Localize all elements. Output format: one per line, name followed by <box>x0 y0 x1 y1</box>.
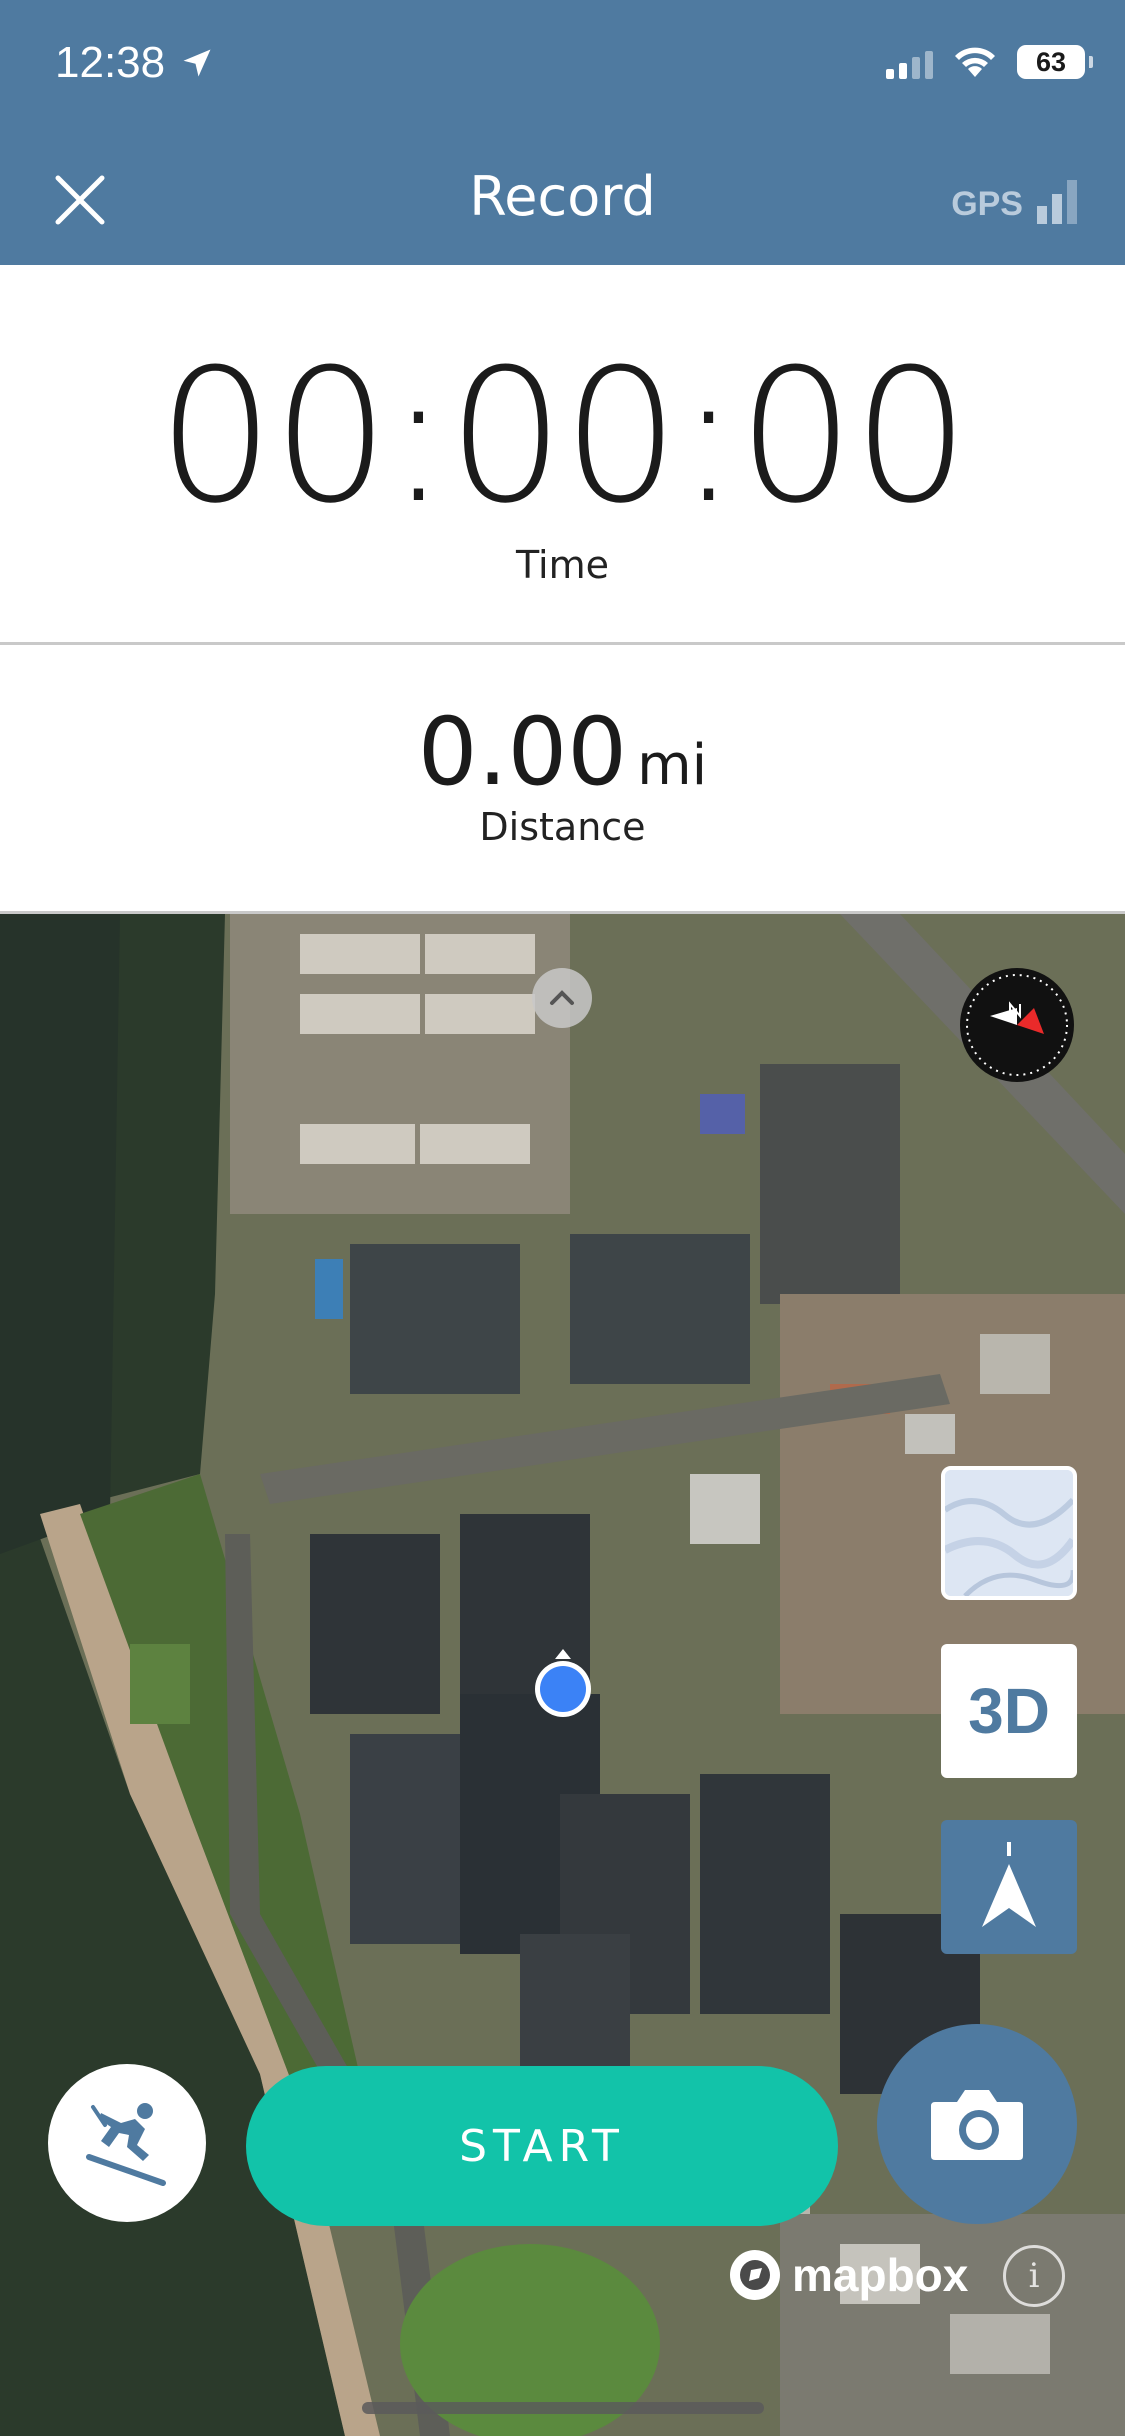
time-value: 00:00:00 <box>157 330 969 544</box>
battery-indicator: 63 <box>1017 45 1093 79</box>
navigation-mode-button[interactable] <box>941 1820 1077 1954</box>
wifi-icon <box>955 47 995 77</box>
camera-button[interactable] <box>877 2024 1077 2224</box>
top-bar: 12:38 63 Record GPS <box>0 0 1125 265</box>
camera-icon <box>931 2090 1023 2160</box>
distance-unit: mi <box>637 733 708 798</box>
gps-label: GPS <box>951 185 1023 223</box>
time-panel: 00:00:00 Time <box>0 265 1125 645</box>
distance-value: 0.00 <box>417 698 628 807</box>
status-bar-time: 12:38 <box>55 38 215 88</box>
cellular-signal-icon <box>886 45 933 79</box>
start-button[interactable]: START <box>246 2066 838 2226</box>
gps-status[interactable]: GPS <box>951 180 1077 224</box>
collapse-stats-button[interactable] <box>532 968 592 1028</box>
navigation-arrow-icon <box>982 1842 1036 1927</box>
map-style-button[interactable] <box>941 1466 1077 1600</box>
3d-toggle-button[interactable]: 3D <box>941 1644 1077 1778</box>
mapbox-logo[interactable]: mapbox <box>728 2248 968 2302</box>
terrain-map-icon <box>945 1470 1073 1596</box>
mapbox-text: mapbox <box>792 2249 969 2301</box>
status-indicators: 63 <box>886 45 1093 79</box>
chevron-up-icon <box>550 990 574 1005</box>
skiing-icon <box>86 2103 166 2186</box>
gps-signal-icon <box>1037 180 1077 224</box>
distance-value-row: 0.00 mi <box>0 698 1125 807</box>
activity-type-button[interactable] <box>48 2064 206 2222</box>
compass-icon <box>966 974 1068 1076</box>
satellite-map[interactable]: 3D START mapbox i <box>0 914 1125 2436</box>
time-label: Time <box>516 543 609 587</box>
distance-panel: 0.00 mi Distance <box>0 645 1125 914</box>
home-indicator[interactable] <box>362 2402 764 2414</box>
status-time-text: 12:38 <box>55 38 166 87</box>
mapbox-icon <box>730 2250 780 2300</box>
location-arrow-icon <box>183 49 211 77</box>
current-location-marker <box>535 1649 591 1717</box>
battery-level: 63 <box>1035 46 1067 77</box>
compass-button[interactable] <box>960 968 1074 1082</box>
attribution-info-button[interactable]: i <box>1003 2245 1065 2307</box>
distance-label: Distance <box>479 805 646 849</box>
